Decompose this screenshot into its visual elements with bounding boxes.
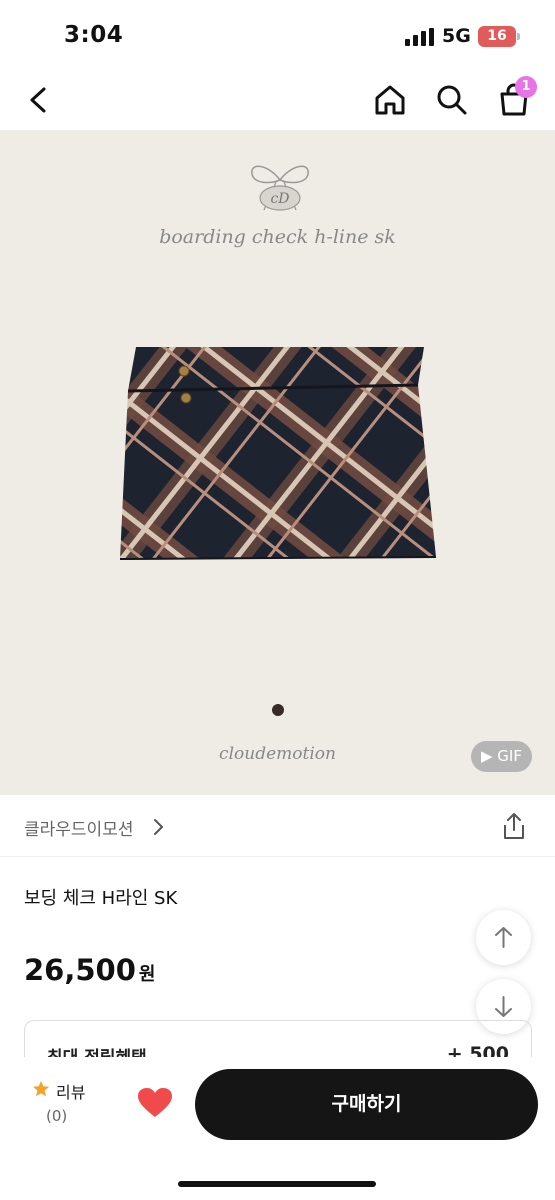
plaid-skirt-image	[119, 347, 437, 560]
signal-icon	[405, 28, 437, 46]
seller-row[interactable]: 클라우드이모션	[0, 795, 555, 857]
network-label: 5G	[442, 25, 471, 47]
arrow-up-icon	[495, 927, 512, 948]
review-count: (0)	[46, 1107, 68, 1125]
chevron-right-icon	[154, 819, 163, 835]
top-nav	[0, 70, 555, 130]
battery-icon: 16	[478, 26, 520, 47]
cart-count-badge: 1	[515, 76, 537, 98]
svg-text:cD: cD	[270, 191, 289, 207]
heart-icon[interactable]	[137, 1087, 173, 1119]
price-currency: 원	[138, 964, 156, 985]
brand-bow-logo: cD	[251, 165, 309, 211]
star-icon	[33, 1081, 49, 1097]
product-price: 26,500 원	[24, 953, 155, 987]
carousel-indicator-dot	[272, 704, 284, 716]
back-icon[interactable]	[18, 80, 58, 120]
search-icon[interactable]	[432, 80, 472, 120]
gif-play-button[interactable]: ▶ GIF	[471, 741, 532, 772]
home-indicator	[178, 1181, 376, 1187]
product-image-carousel[interactable]: cD boarding check h-line sk cloudemotion…	[0, 130, 555, 795]
seller-name[interactable]: 클라우드이모션	[24, 815, 133, 840]
status-bar: 3:04 5G 16	[0, 0, 555, 70]
product-title: 보딩 체크 H라인 SK	[24, 888, 178, 909]
review-label: 리뷰	[56, 1083, 86, 1102]
bottom-action-bar: 리뷰 (0) 구매하기	[0, 1057, 555, 1200]
share-icon[interactable]	[500, 811, 528, 841]
home-icon[interactable]	[370, 80, 410, 120]
buy-button[interactable]: 구매하기	[195, 1069, 538, 1140]
scroll-top-button[interactable]	[476, 910, 531, 965]
product-script-title: boarding check h-line sk	[159, 226, 396, 248]
status-time: 3:04	[64, 22, 124, 48]
price-value: 26,500	[24, 953, 136, 987]
